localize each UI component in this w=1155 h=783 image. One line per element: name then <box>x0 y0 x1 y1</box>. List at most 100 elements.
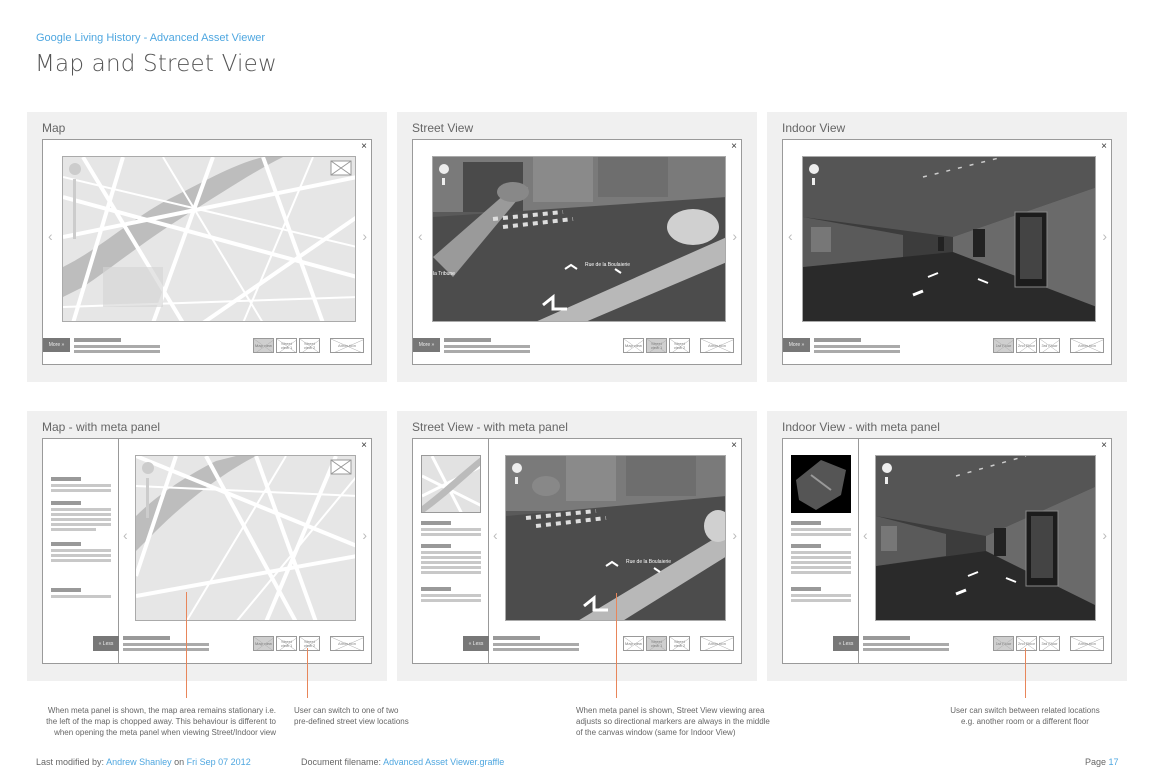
close-icon[interactable]: × <box>731 141 737 152</box>
meta-text-placeholder <box>123 648 209 651</box>
prev-arrow-icon[interactable]: ‹ <box>788 228 793 244</box>
map-image <box>136 456 355 620</box>
viewer-frame: × ‹ › Rue de la Boulaierie la Tribune Mo… <box>412 139 742 365</box>
close-icon[interactable]: × <box>361 141 367 152</box>
meta-line <box>421 561 481 564</box>
annotation-street-switch: User can switch to one of two pre-define… <box>294 706 409 726</box>
attribution-button[interactable]: Attribution <box>1070 338 1104 353</box>
meta-panel <box>783 439 859 663</box>
thumb-floor-2[interactable]: 2nd Floor <box>1016 636 1037 651</box>
next-arrow-icon[interactable]: › <box>732 228 737 244</box>
meta-title-placeholder <box>444 338 491 342</box>
meta-text-placeholder <box>493 643 579 646</box>
meta-text-placeholder <box>74 345 160 348</box>
attribution-button[interactable]: Attribution <box>330 636 364 651</box>
meta-panel <box>43 439 119 663</box>
street-view-canvas[interactable]: Rue de la Boulaierie la Tribune <box>432 156 726 322</box>
panel-label: Map - with meta panel <box>42 420 161 434</box>
meta-text-placeholder <box>444 345 530 348</box>
next-arrow-icon[interactable]: › <box>362 527 367 543</box>
meta-line <box>791 566 851 569</box>
less-button[interactable]: « Less <box>463 636 489 651</box>
prev-arrow-icon[interactable]: ‹ <box>863 527 868 543</box>
thumb-map-view[interactable]: Map view <box>623 636 644 651</box>
thumb-street-view-1[interactable]: Street view 1 <box>646 636 667 651</box>
annotation-leader <box>307 648 308 698</box>
less-button[interactable]: « Less <box>833 636 859 651</box>
meta-text-placeholder <box>814 350 900 353</box>
thumb-map-view[interactable]: Map view <box>623 338 644 353</box>
panel-label: Street View - with meta panel <box>412 420 568 434</box>
close-icon[interactable]: × <box>361 440 367 451</box>
meta-line <box>421 556 481 559</box>
meta-line <box>791 571 851 574</box>
thumb-map-view[interactable]: Map view <box>253 338 274 353</box>
thumb-floor-1[interactable]: 1st Floor <box>993 636 1014 651</box>
prev-arrow-icon[interactable]: ‹ <box>48 228 53 244</box>
thumb-floor-3[interactable]: 3rd Floor <box>1039 338 1060 353</box>
map-canvas[interactable] <box>62 156 356 322</box>
indoor-view-canvas[interactable] <box>802 156 1096 322</box>
less-button[interactable]: « Less <box>93 636 119 651</box>
footer-modified: Last modified by: Andrew Shanley on Fri … <box>36 757 251 767</box>
close-icon[interactable]: × <box>1101 440 1107 451</box>
meta-panel <box>413 439 489 663</box>
next-arrow-icon[interactable]: › <box>1102 527 1107 543</box>
footer-filename: Document filename: Advanced Asset Viewer… <box>301 757 505 767</box>
next-arrow-icon[interactable]: › <box>732 527 737 543</box>
meta-heading <box>791 521 821 525</box>
modified-date: Fri Sep 07 2012 <box>186 757 251 767</box>
meta-line <box>51 513 111 516</box>
meta-title-placeholder <box>814 338 861 342</box>
attribution-button[interactable]: Attribution <box>700 338 734 353</box>
meta-text-placeholder <box>123 643 209 646</box>
thumb-street-view-1[interactable]: Street view 1 <box>276 338 297 353</box>
prev-arrow-icon[interactable]: ‹ <box>123 527 128 543</box>
thumb-floor-1[interactable]: 1st Floor <box>993 338 1014 353</box>
mini-map-thumbnail <box>421 455 481 513</box>
map-canvas[interactable] <box>135 455 356 621</box>
viewer-frame: × ‹ › <box>782 438 1112 664</box>
street-name-label: Rue de la Boulaierie <box>626 559 671 565</box>
thumb-street-view-2[interactable]: Street view 2 <box>299 338 320 353</box>
meta-text-placeholder <box>863 643 949 646</box>
attribution-button[interactable]: Attribution <box>330 338 364 353</box>
annotation-street-meta: When meta panel is shown, Street View vi… <box>576 706 770 737</box>
panel-street-view: Street View × ‹ › Rue de la Boulaierie l… <box>397 112 757 382</box>
more-button[interactable]: More » <box>783 338 810 352</box>
thumb-street-view-2[interactable]: Street view 2 <box>669 338 690 353</box>
thumb-floor-3[interactable]: 3rd Floor <box>1039 636 1060 651</box>
more-button[interactable]: More » <box>413 338 440 352</box>
attribution-button[interactable]: Attribution <box>1070 636 1104 651</box>
map-image <box>63 157 355 321</box>
annotation-map-meta: When meta panel is shown, the map area r… <box>46 706 276 737</box>
meta-heading <box>421 521 451 525</box>
close-icon[interactable]: × <box>1101 141 1107 152</box>
author-link[interactable]: Andrew Shanley <box>106 757 172 767</box>
thumb-street-view-2[interactable]: Street view 2 <box>299 636 320 651</box>
panel-indoor-view: Indoor View × ‹ › More » 1st Floor 2nd F… <box>767 112 1127 382</box>
meta-text-placeholder <box>814 345 900 348</box>
annotation-leader <box>616 593 617 698</box>
meta-heading <box>791 544 821 548</box>
place-label: la Tribune <box>433 271 455 277</box>
more-button[interactable]: More » <box>43 338 70 352</box>
thumb-map-view[interactable]: Map view <box>253 636 274 651</box>
next-arrow-icon[interactable]: › <box>362 228 367 244</box>
close-icon[interactable]: × <box>731 440 737 451</box>
meta-line <box>51 484 111 487</box>
prev-arrow-icon[interactable]: ‹ <box>418 228 423 244</box>
thumb-street-view-1[interactable]: Street view 1 <box>276 636 297 651</box>
panel-map: Map × ‹ › More » Map view Street view 1 … <box>27 112 387 382</box>
indoor-view-canvas[interactable] <box>875 455 1096 621</box>
indoor-view-image <box>876 456 1095 620</box>
thumb-street-view-2[interactable]: Street view 2 <box>669 636 690 651</box>
thumb-floor-2[interactable]: 2nd Floor <box>1016 338 1037 353</box>
meta-line <box>791 561 851 564</box>
thumb-street-view-1[interactable]: Street view 1 <box>646 338 667 353</box>
prev-arrow-icon[interactable]: ‹ <box>493 527 498 543</box>
attribution-button[interactable]: Attribution <box>700 636 734 651</box>
meta-heading <box>791 587 821 591</box>
next-arrow-icon[interactable]: › <box>1102 228 1107 244</box>
filename-link[interactable]: Advanced Asset Viewer.graffle <box>383 757 504 767</box>
